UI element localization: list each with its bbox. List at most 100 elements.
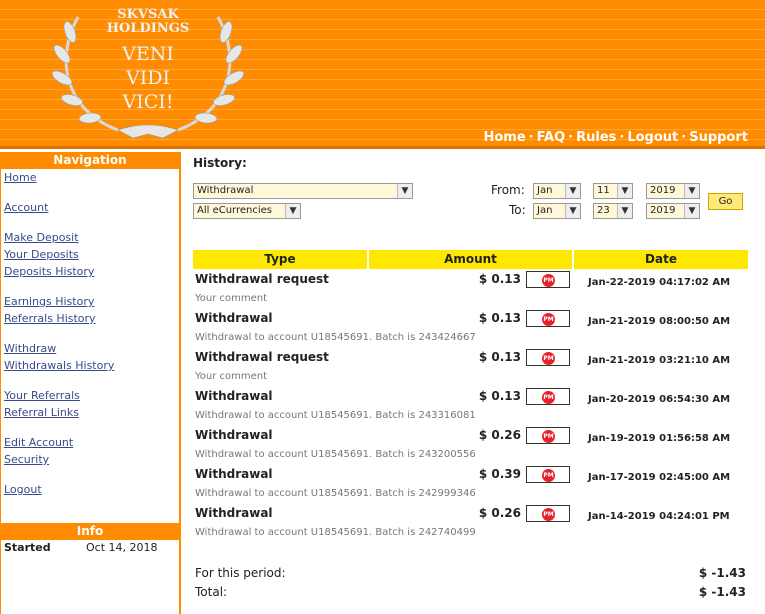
row-date: Jan-17-2019 02:45:00 AM [588,472,731,483]
sidebar: Navigation Home Account Make Deposit You… [0,152,181,614]
table-row: Withdrawal $ 0.39 PM Jan-17-2019 02:45:00 A… [193,464,748,503]
nav-referrals-history[interactable]: Referrals History [4,310,179,327]
logo-line2: HOLDINGS [107,21,189,36]
topnav-logout[interactable]: Logout [627,130,678,145]
currency-select-value: All eCurrencies [197,205,273,216]
row-date: Jan-22-2019 04:17:02 AM [588,277,731,288]
topnav-home[interactable]: Home [483,130,525,145]
navigation-heading: Navigation [1,152,179,169]
logo-motto2: VIDI [125,67,170,89]
chevron-down-icon: ▼ [285,204,300,218]
table-row: Withdrawal $ 0.13 PM Jan-20-2019 06:54:30 A… [193,386,748,425]
chevron-down-icon: ▼ [397,184,412,198]
from-day-select[interactable]: 11 ▼ [593,183,633,199]
row-amount: $ 0.13 [478,272,521,286]
perfect-money-badge: PM [526,271,570,288]
row-amount: $ 0.13 [478,350,521,364]
to-year-select[interactable]: 2019 ▼ [646,203,700,219]
table-row: Withdrawal $ 0.26 PM Jan-19-2019 01:56:58 A… [193,425,748,464]
period-total-value: $ -1.43 [698,566,746,580]
row-description: Your comment [195,371,268,382]
currency-select[interactable]: All eCurrencies ▼ [193,203,301,219]
type-select-value: Withdrawal [197,185,254,196]
topnav-rules[interactable]: Rules [576,130,616,145]
table-row: Withdrawal $ 0.13 PM Jan-21-2019 08:00:50 A… [193,308,748,347]
nav-home[interactable]: Home [4,169,179,186]
from-year-value: 2019 [650,185,676,196]
logo-line1: SKVSAK [117,7,179,22]
period-total-row: For this period: $ -1.43 [193,566,748,585]
chevron-down-icon: ▼ [617,184,632,198]
column-header-date: Date [574,250,748,269]
row-type: Withdrawal [195,428,273,442]
table-row: Withdrawal request $ 0.13 PM Jan-22-2019 04… [193,269,748,308]
topnav-faq[interactable]: FAQ [537,130,566,145]
nav-edit-account[interactable]: Edit Account [4,434,179,451]
row-type: Withdrawal [195,311,273,325]
row-amount: $ 0.26 [478,506,521,520]
from-label: From: [491,183,525,197]
perfect-money-icon: PM [542,508,555,521]
perfect-money-badge: PM [526,349,570,366]
info-started-row: Started Oct 14, 2018 [4,541,176,554]
topnav-separator: · [568,130,574,145]
from-month-value: Jan [537,185,553,196]
nav-withdrawals-history[interactable]: Withdrawals History [4,357,179,374]
nav-earnings-history[interactable]: Earnings History [4,293,179,310]
chevron-down-icon: ▼ [565,204,580,218]
perfect-money-badge: PM [526,505,570,522]
nav-your-deposits[interactable]: Your Deposits [4,246,179,263]
table-row: Withdrawal request $ 0.13 PM Jan-21-2019 03… [193,347,748,386]
skvsak-laurel-logo: SKVSAK HOLDINGS VENI VIDI VICI! [51,7,245,139]
to-month-select[interactable]: Jan ▼ [533,203,581,219]
go-button[interactable]: Go [708,193,743,210]
perfect-money-icon: PM [542,274,555,287]
nav-make-deposit[interactable]: Make Deposit [4,229,179,246]
row-description: Withdrawal to account U18545691. Batch i… [195,410,476,421]
nav-deposits-history[interactable]: Deposits History [4,263,179,280]
to-label: To: [509,203,526,217]
row-date: Jan-19-2019 01:56:58 AM [588,433,731,444]
from-month-select[interactable]: Jan ▼ [533,183,581,199]
to-month-value: Jan [537,205,553,216]
chevron-down-icon: ▼ [684,184,699,198]
row-description: Withdrawal to account U18545691. Batch i… [195,527,476,538]
row-type: Withdrawal [195,506,273,520]
row-description: Withdrawal to account U18545691. Batch i… [195,332,476,343]
perfect-money-icon: PM [542,313,555,326]
table-body: Withdrawal request $ 0.13 PM Jan-22-2019 04… [193,269,748,542]
nav-referral-links[interactable]: Referral Links [4,404,179,421]
nav-your-referrals[interactable]: Your Referrals [4,387,179,404]
table-header: Type Amount Date [193,250,748,269]
perfect-money-icon: PM [542,352,555,365]
row-amount: $ 0.39 [478,467,521,481]
site-header: SKVSAK HOLDINGS VENI VIDI VICI! Home · FAQ… [0,0,765,149]
totals: For this period: $ -1.43 Total: $ -1.43 [193,566,748,604]
navigation-list: Home Account Make Deposit Your Deposits … [1,169,179,498]
topnav-separator: · [619,130,625,145]
page-title: History: [193,156,247,170]
type-select[interactable]: Withdrawal ▼ [193,183,413,199]
nav-security[interactable]: Security [4,451,179,468]
nav-withdraw[interactable]: Withdraw [4,340,179,357]
perfect-money-badge: PM [526,388,570,405]
perfect-money-icon: PM [542,391,555,404]
info-started-label: Started [4,541,51,554]
row-amount: $ 0.13 [478,311,521,325]
topnav-support[interactable]: Support [689,130,748,145]
perfect-money-badge: PM [526,310,570,327]
topnav-separator: · [681,130,687,145]
nav-account[interactable]: Account [4,199,179,216]
table-row: Withdrawal $ 0.26 PM Jan-14-2019 04:24:01 P… [193,503,748,542]
row-description: Withdrawal to account U18545691. Batch i… [195,488,476,499]
row-date: Jan-21-2019 08:00:50 AM [588,316,731,327]
perfect-money-icon: PM [542,430,555,443]
to-day-select[interactable]: 23 ▼ [593,203,633,219]
row-amount: $ 0.26 [478,428,521,442]
row-date: Jan-21-2019 03:21:10 AM [588,355,731,366]
row-date: Jan-20-2019 06:54:30 AM [588,394,731,405]
logo-motto1: VENI [121,43,174,65]
nav-logout[interactable]: Logout [4,481,179,498]
from-year-select[interactable]: 2019 ▼ [646,183,700,199]
chevron-down-icon: ▼ [684,204,699,218]
